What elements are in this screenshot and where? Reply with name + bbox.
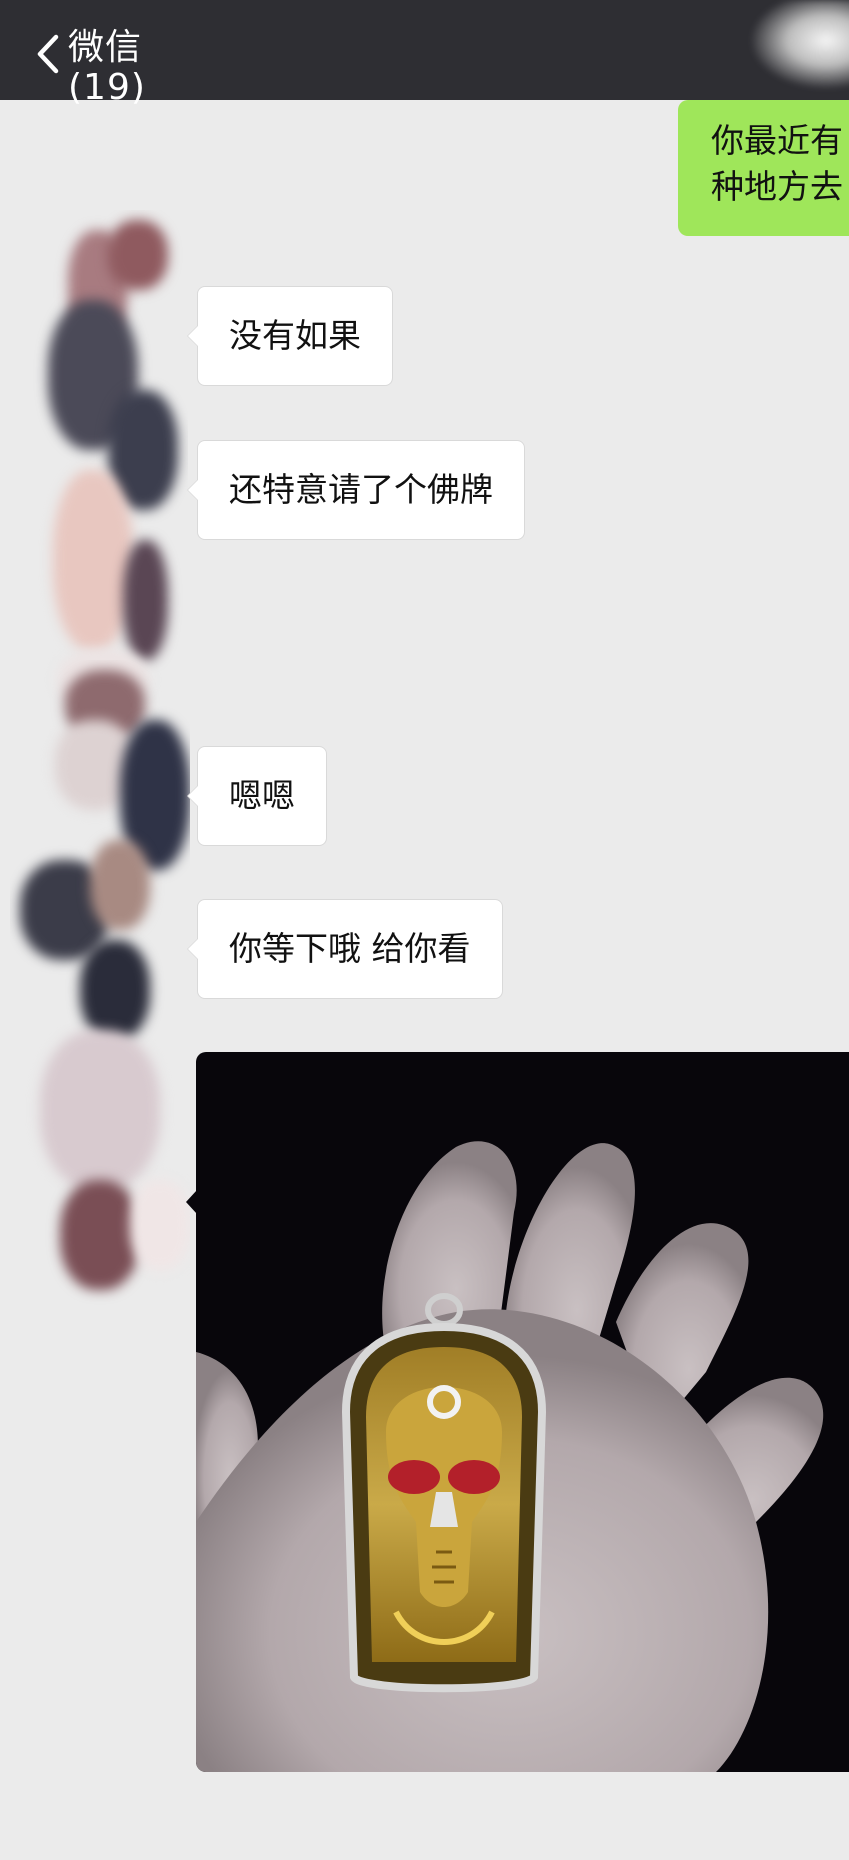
avatar[interactable] [10,660,190,1340]
chevron-left-icon [37,34,59,74]
hand-holding-amulet-photo [196,1141,824,1772]
incoming-message[interactable]: 嗯嗯 [187,746,327,846]
incoming-message[interactable]: 没有如果 [187,286,393,386]
avatar[interactable] [18,210,188,730]
incoming-message[interactable]: 还特意请了个佛牌 [187,440,525,540]
back-label: 微信(19) [68,27,146,108]
outgoing-message[interactable]: 你最近有 种地方去 [678,100,849,236]
image-message[interactable] [196,1052,849,1772]
blurred-avatar-corner [749,0,849,90]
incoming-message[interactable]: 你等下哦 给你看 [187,899,503,999]
chat-area[interactable]: 你最近有 种地方去 没有如果 还特意请了个佛牌 嗯嗯 你等下哦 给你看 [0,100,849,1860]
back-button[interactable]: 微信(19) [34,28,214,108]
top-nav-bar: 微信(19) [0,0,849,108]
